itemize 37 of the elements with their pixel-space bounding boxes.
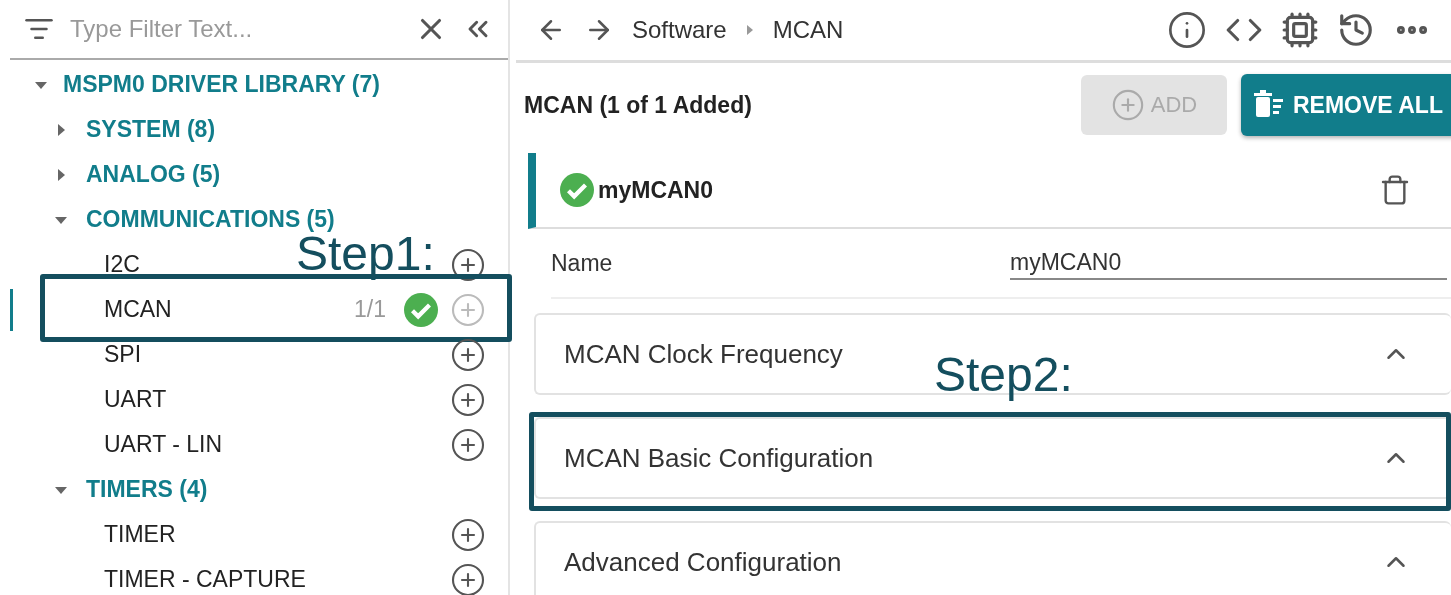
instance-count: 1/1 xyxy=(354,296,386,323)
tree-item-label[interactable]: SPI xyxy=(104,341,142,368)
module-title: MCAN (1 of 1 Added) xyxy=(524,91,753,119)
section-title: MCAN Clock Frequency xyxy=(564,338,844,370)
section-title: Advanced Configuration xyxy=(564,546,843,578)
breadcrumb-item[interactable]: Software xyxy=(632,16,727,44)
chip-icon[interactable] xyxy=(1281,11,1319,49)
history-icon[interactable] xyxy=(1337,11,1375,49)
add-icon[interactable] xyxy=(450,336,486,373)
section-title: MCAN Basic Configuration xyxy=(564,442,875,474)
tree-category-label[interactable]: SYSTEM (8) xyxy=(86,116,216,143)
tree-item-label[interactable]: TIMER - CAPTURE xyxy=(104,566,306,593)
tree-category-label[interactable]: COMMUNICATIONS (5) xyxy=(86,206,335,233)
check-icon xyxy=(560,173,594,207)
add-icon[interactable] xyxy=(450,561,486,595)
delete-icon[interactable] xyxy=(1379,174,1411,206)
tree-category-label[interactable]: TIMERS (4) xyxy=(86,476,208,503)
breadcrumb-separator-icon xyxy=(744,25,755,35)
instance-name[interactable]: myMCAN0 xyxy=(598,176,1375,204)
add-icon[interactable] xyxy=(450,516,486,553)
tree-item-label[interactable]: MCAN xyxy=(104,296,172,323)
tree-item-label[interactable]: I2C xyxy=(104,251,140,278)
tree-item-label[interactable]: UART - LIN xyxy=(104,431,222,458)
tree-item-label[interactable]: UART xyxy=(104,386,167,413)
remove-all-button[interactable]: REMOVE ALL xyxy=(1241,74,1451,136)
info-icon[interactable] xyxy=(1167,10,1207,50)
add-icon[interactable] xyxy=(450,426,486,463)
plus-circle-icon xyxy=(1110,88,1145,122)
add-icon[interactable] xyxy=(450,246,486,283)
breadcrumb-item[interactable]: MCAN xyxy=(772,16,844,44)
tree-category-label[interactable]: ANALOG (5) xyxy=(86,161,221,188)
section-header[interactable]: Advanced Configuration xyxy=(534,521,1451,595)
field-label: Name xyxy=(551,249,614,277)
add-icon[interactable] xyxy=(450,381,486,418)
tree-item-label[interactable]: TIMER xyxy=(104,521,176,548)
check-icon xyxy=(404,292,438,327)
tree-group-label[interactable]: MSPM0 DRIVER LIBRARY (7) xyxy=(63,71,380,98)
